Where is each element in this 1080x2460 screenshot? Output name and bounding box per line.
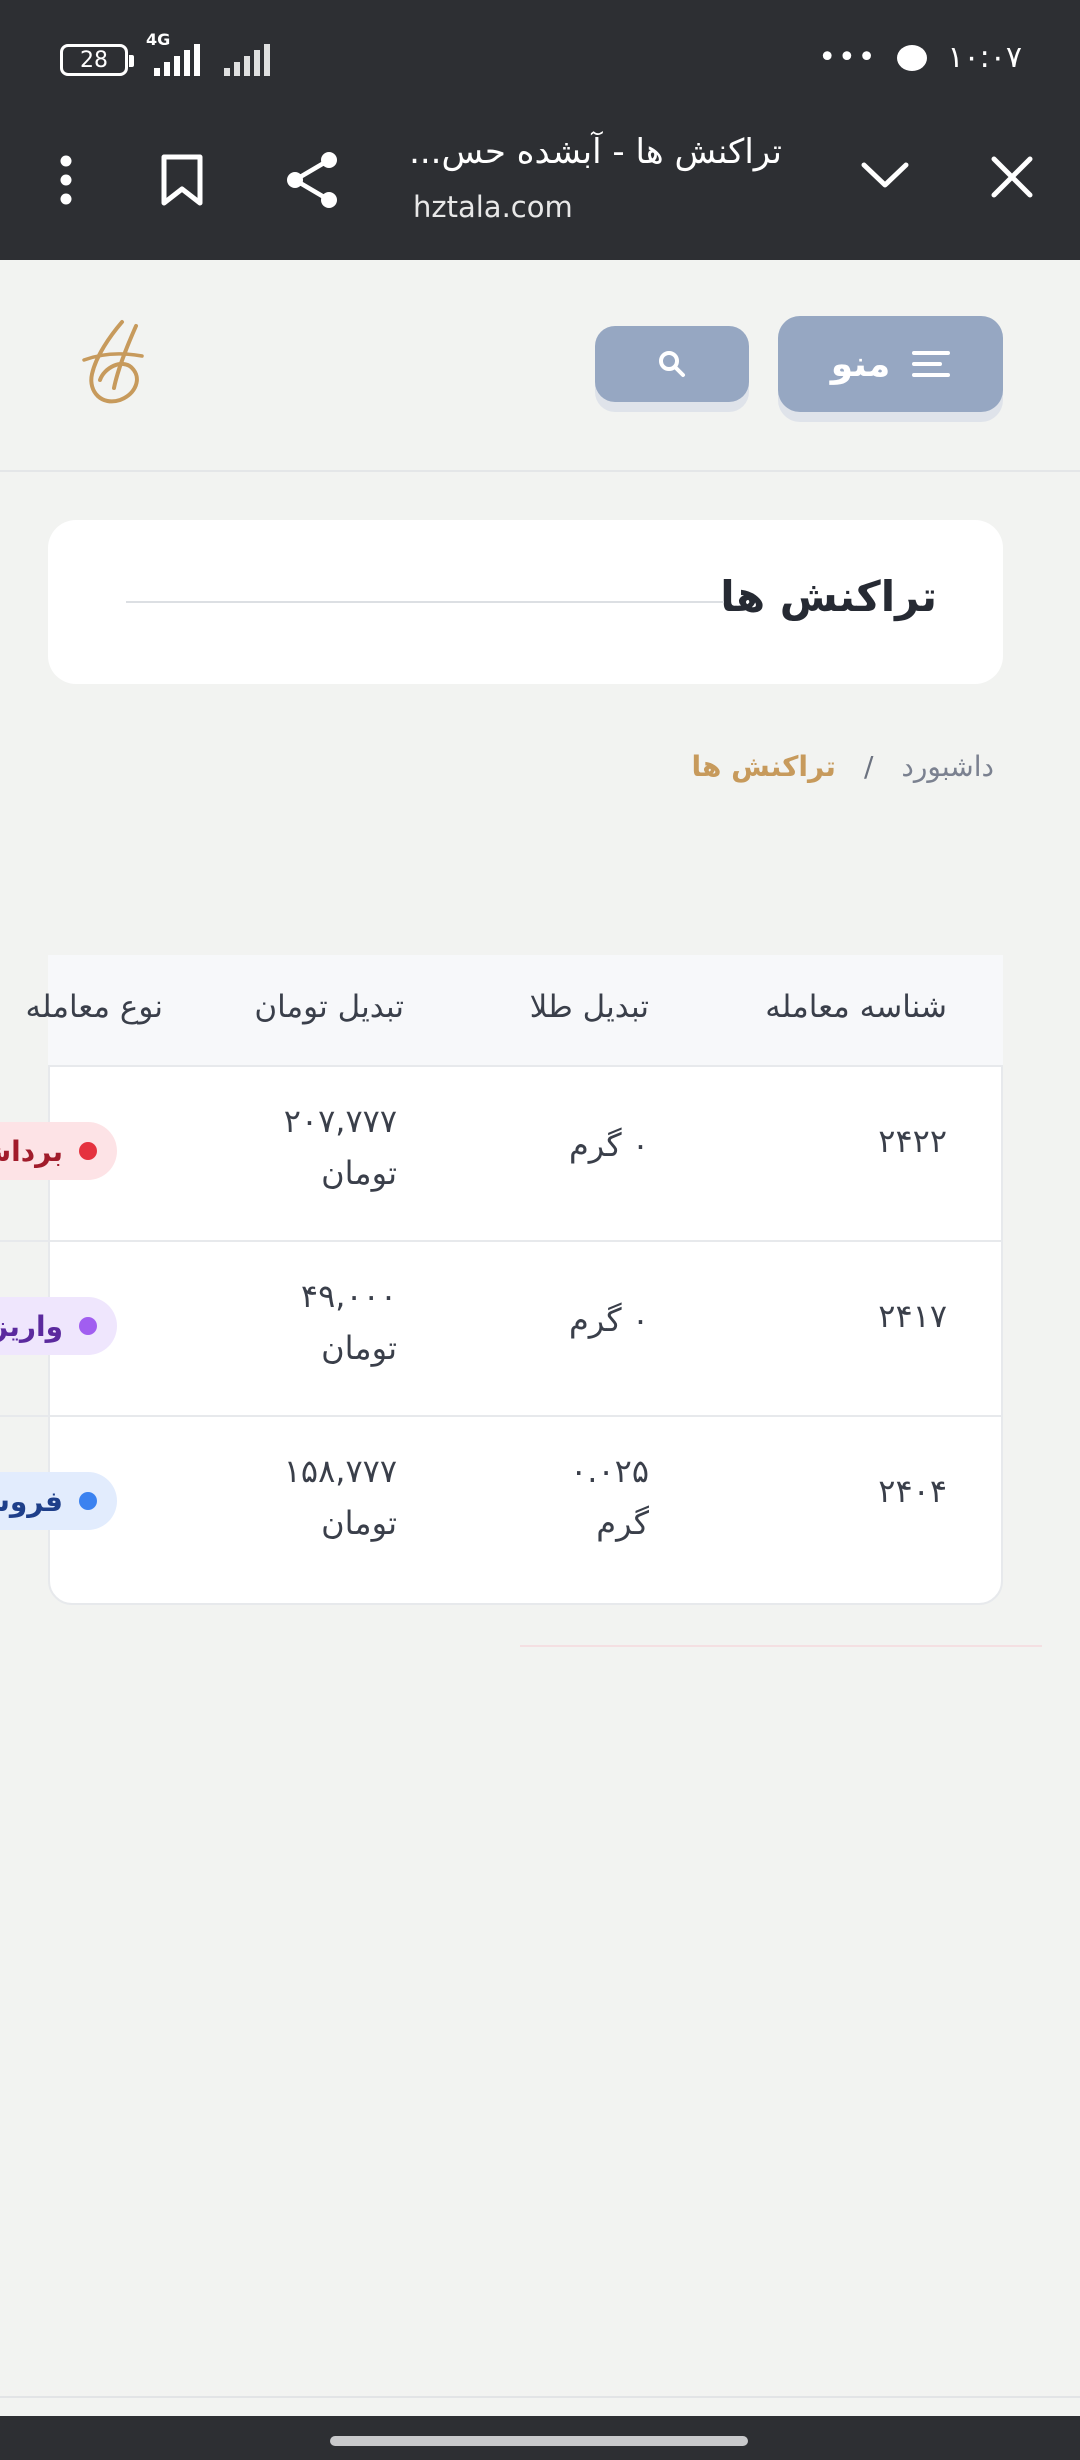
page-title: تراکنش ها bbox=[720, 572, 937, 621]
cell-toman-unit: تومان bbox=[321, 1329, 397, 1367]
cell-gold: ۰ گرم bbox=[568, 1126, 649, 1164]
bottom-divider bbox=[0, 2396, 1080, 2398]
column-header-toman: تبدیل تومان bbox=[254, 989, 404, 1025]
more-vertical-icon[interactable] bbox=[58, 155, 74, 209]
cell-toman-value: ۲۰۷,۷۷۷ bbox=[283, 1102, 397, 1140]
browser-page-title: تراکنش ها - آبشده حس... bbox=[409, 132, 782, 172]
clock: ۱۰:۰۷ bbox=[947, 40, 1022, 75]
cell-id: ۲۴۰۴ bbox=[878, 1472, 947, 1510]
cell-id: ۲۴۲۲ bbox=[878, 1122, 947, 1160]
table-row[interactable]: ۲۴۲۲ ۰ گرم ۲۰۷,۷۷۷ تومان برداشت bbox=[0, 1067, 1003, 1242]
page-title-card: تراکنش ها bbox=[48, 520, 1003, 684]
status-dot bbox=[79, 1142, 97, 1160]
title-divider bbox=[126, 601, 724, 603]
status-badge: فروش bbox=[0, 1472, 117, 1530]
table-row[interactable]: ۲۴۱۷ ۰ گرم ۴۹,۰۰۰ تومان واریز bbox=[0, 1242, 1003, 1417]
status-badge: واریز bbox=[0, 1297, 117, 1355]
bookmark-icon[interactable] bbox=[160, 153, 204, 211]
share-icon[interactable] bbox=[285, 150, 341, 214]
cell-toman-value: ۱۵۸,۷۷۷ bbox=[283, 1452, 397, 1490]
breadcrumb-home[interactable]: داشبورد bbox=[901, 750, 994, 783]
breadcrumb-separator: / bbox=[863, 750, 874, 783]
cell-toman-value: ۴۹,۰۰۰ bbox=[300, 1277, 397, 1315]
site-header: منو bbox=[0, 260, 1080, 472]
table-header: شناسه معامله تبدیل طلا تبدیل تومان نوع م… bbox=[26, 955, 1003, 1067]
browser-url[interactable]: hztala.com bbox=[413, 190, 573, 224]
badge-label: برداشت bbox=[0, 1134, 63, 1168]
column-header-type: نوع معامله bbox=[25, 989, 164, 1025]
cell-gold-value: ۰.۰۲۵ bbox=[570, 1452, 649, 1490]
breadcrumb: داشبورد / تراکنش ها bbox=[691, 750, 994, 783]
browser-chrome: 28 4G ••• ۱۰:۰۷ تراکنش ها - آبشده حس... … bbox=[0, 0, 1080, 260]
horizontal-scroll-indicator bbox=[520, 1645, 1042, 1647]
close-icon[interactable] bbox=[990, 155, 1034, 203]
chevron-down-icon[interactable] bbox=[860, 155, 910, 199]
system-navigation-bar bbox=[0, 2416, 1080, 2460]
column-header-gold: تبدیل طلا bbox=[529, 989, 649, 1025]
cell-gold-unit: گرم bbox=[596, 1504, 649, 1542]
menu-button[interactable]: منو bbox=[778, 316, 1003, 412]
menu-label: منو bbox=[830, 343, 891, 385]
badge-label: فروش bbox=[0, 1484, 63, 1518]
status-dot bbox=[79, 1317, 97, 1335]
home-gesture-pill[interactable] bbox=[330, 2436, 748, 2446]
cell-toman-unit: تومان bbox=[321, 1504, 397, 1542]
status-badge: برداشت bbox=[0, 1122, 117, 1180]
status-indicators: 28 4G bbox=[60, 30, 270, 76]
transactions-table: شناسه معامله تبدیل طلا تبدیل تومان نوع م… bbox=[0, 955, 1003, 1605]
status-dot bbox=[79, 1492, 97, 1510]
network-type: 4G bbox=[146, 30, 171, 49]
more-notifications-icon: ••• bbox=[818, 40, 878, 75]
battery-level: 28 bbox=[80, 47, 108, 73]
breadcrumb-current: تراکنش ها bbox=[691, 750, 836, 783]
search-icon bbox=[659, 351, 685, 377]
cell-toman-unit: تومان bbox=[321, 1154, 397, 1192]
cell-gold: ۰ گرم bbox=[568, 1301, 649, 1339]
battery-icon: 28 bbox=[60, 44, 134, 76]
menu-lines-icon bbox=[912, 351, 951, 377]
message-icon bbox=[897, 44, 928, 71]
column-header-id: شناسه معامله bbox=[765, 989, 947, 1025]
cell-id: ۲۴۱۷ bbox=[878, 1297, 947, 1335]
site-logo[interactable] bbox=[70, 316, 160, 420]
search-button[interactable] bbox=[595, 326, 749, 402]
badge-label: واریز bbox=[0, 1309, 63, 1343]
status-right: ••• ۱۰:۰۷ bbox=[818, 40, 1022, 75]
table-row[interactable]: ۲۴۰۴ ۰.۰۲۵ گرم ۱۵۸,۷۷۷ تومان فروش bbox=[0, 1417, 1003, 1592]
signal-icon-2 bbox=[224, 44, 270, 76]
